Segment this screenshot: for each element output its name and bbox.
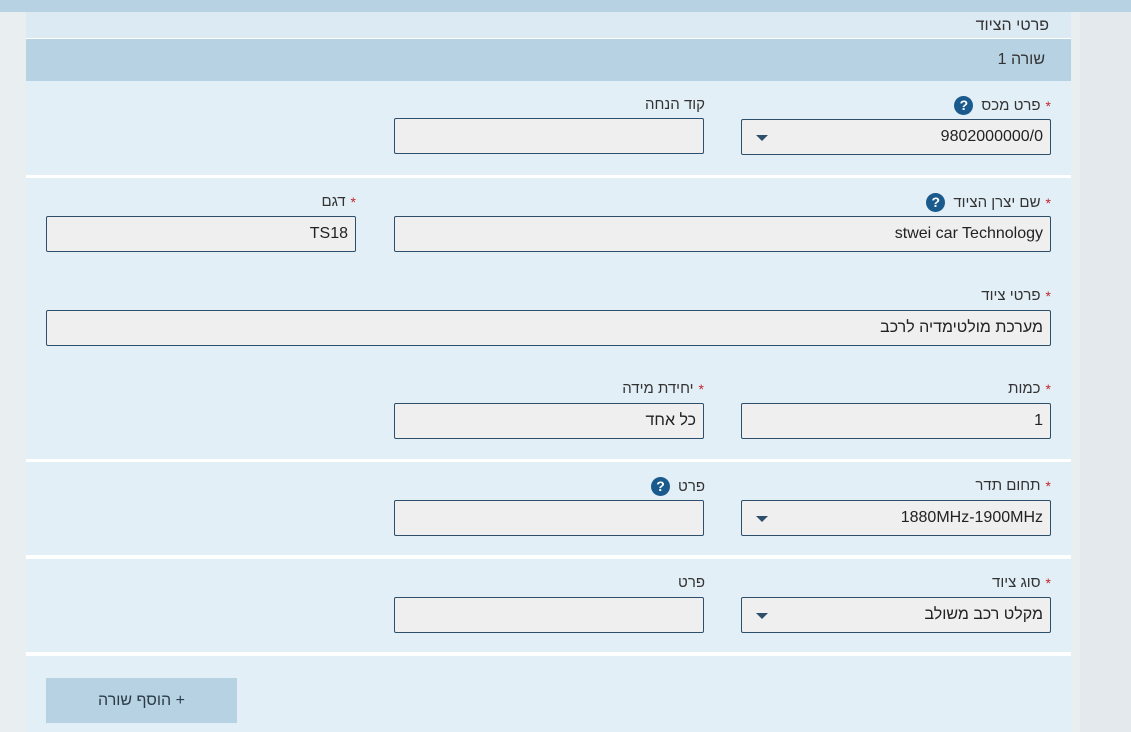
required-marker: * bbox=[1045, 477, 1051, 494]
discount-code-label: קוד הנחה bbox=[645, 96, 705, 113]
discount-code-input[interactable] bbox=[394, 118, 704, 154]
manufacturer-name-input[interactable]: stwei car Technology bbox=[394, 216, 1051, 252]
required-marker: * bbox=[1045, 97, 1051, 114]
quantity-label: * כמות bbox=[1008, 380, 1051, 397]
required-marker: * bbox=[698, 380, 704, 397]
chevron-down-icon bbox=[756, 516, 768, 522]
right-gutter bbox=[1080, 12, 1131, 732]
frequency-range-select[interactable]: 1880MHz-1900MHz bbox=[741, 500, 1051, 536]
row-header[interactable]: שורה 1 bbox=[26, 39, 1071, 81]
question-circle-icon[interactable]: ? bbox=[651, 477, 671, 496]
question-circle-icon[interactable]: ? bbox=[926, 193, 946, 212]
equipment-details-input[interactable]: מערכת מולטימדיה לרכב bbox=[46, 310, 1051, 346]
section-title-text: פרטי הציוד bbox=[975, 17, 1049, 34]
row-header-text: שורה 1 bbox=[997, 51, 1045, 68]
add-row-button[interactable]: + הוסף שורה bbox=[46, 678, 237, 723]
required-marker: * bbox=[1045, 574, 1051, 591]
equipment-details-label: * פרטי ציוד bbox=[981, 287, 1051, 304]
equipment-type-label: * סוג ציוד bbox=[992, 574, 1051, 591]
model-label: * דגם bbox=[321, 193, 356, 210]
required-marker: * bbox=[350, 193, 356, 210]
type-detail-label: פרט bbox=[678, 574, 705, 591]
frequency-range-label: * תחום תדר bbox=[975, 477, 1051, 494]
required-marker: * bbox=[1045, 194, 1051, 211]
customs-item-label: * פרט מכס? bbox=[954, 96, 1051, 115]
manufacturer-name-label: * שם יצרן הציוד? bbox=[926, 193, 1051, 212]
chevron-down-icon bbox=[756, 613, 768, 619]
frequency-detail-input[interactable] bbox=[394, 500, 704, 536]
required-marker: * bbox=[1045, 380, 1051, 397]
unit-label: * יחידת מידה bbox=[622, 380, 704, 397]
customs-item-select[interactable]: 9802000000/0 bbox=[741, 119, 1051, 155]
model-input[interactable]: TS18 bbox=[46, 216, 356, 252]
unit-input[interactable]: כל אחד bbox=[394, 403, 704, 439]
left-margin bbox=[0, 12, 20, 732]
question-circle-icon[interactable]: ? bbox=[954, 96, 974, 115]
quantity-input[interactable]: 1 bbox=[741, 403, 1051, 439]
section-title: פרטי הציוד bbox=[26, 12, 1071, 38]
top-bar bbox=[0, 0, 1131, 12]
required-marker: * bbox=[1045, 287, 1051, 304]
equipment-type-select[interactable]: מקלט רכב משולב bbox=[741, 597, 1051, 633]
type-detail-input[interactable] bbox=[394, 597, 704, 633]
frequency-detail-label: פרט? bbox=[651, 477, 705, 496]
chevron-down-icon bbox=[756, 135, 768, 141]
